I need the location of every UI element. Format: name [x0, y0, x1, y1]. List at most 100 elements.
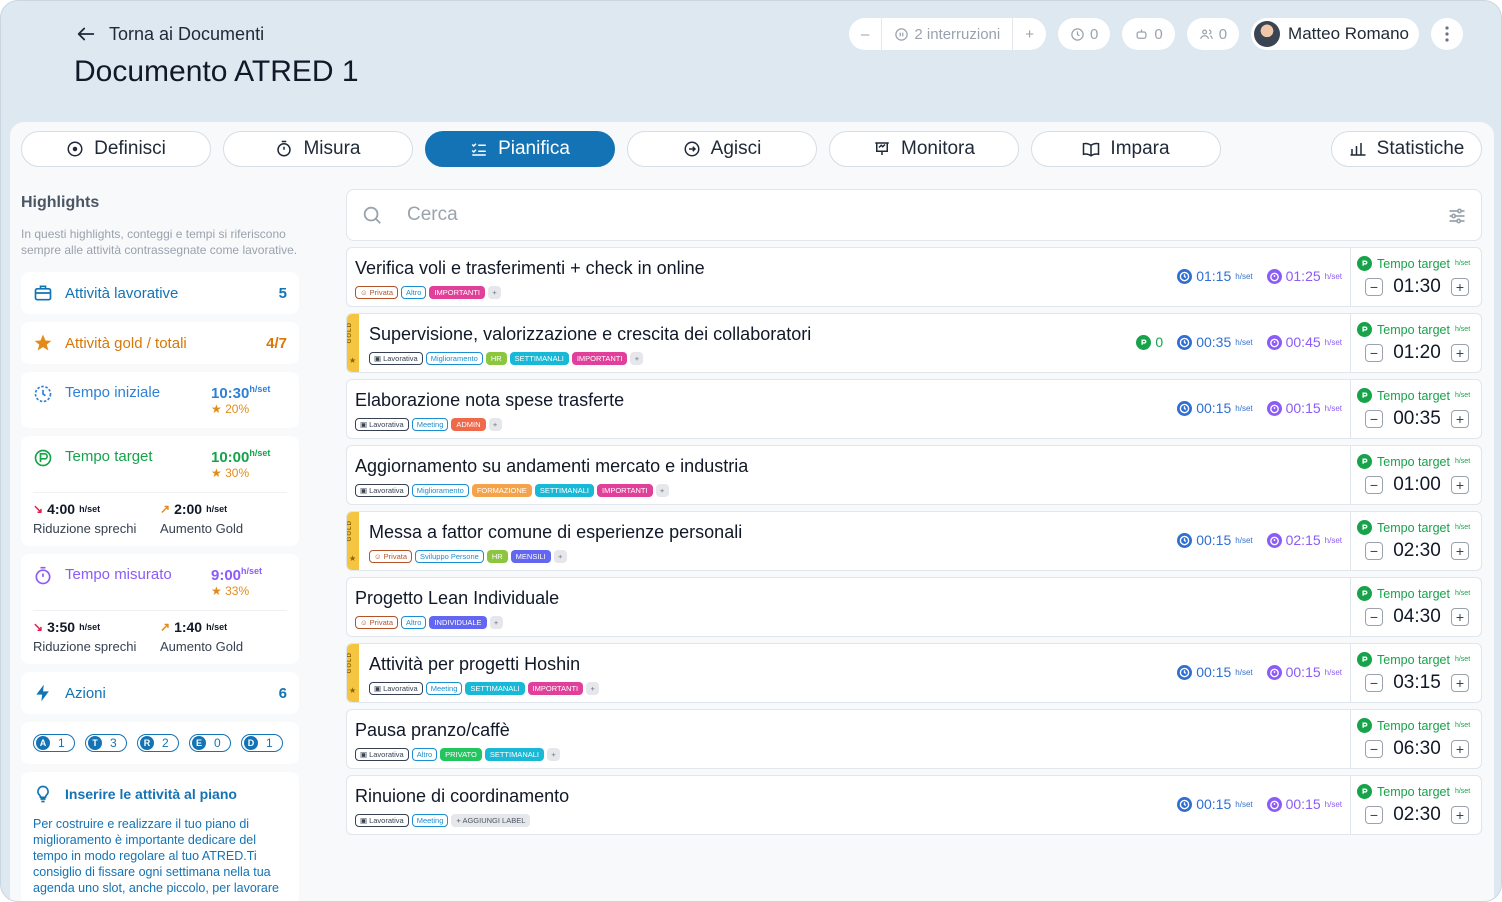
target-plus-button[interactable]: + [1451, 278, 1469, 296]
tab-monitora[interactable]: Monitora [829, 131, 1019, 167]
target-minus-button[interactable]: − [1365, 542, 1383, 560]
target-plus-button[interactable]: + [1451, 410, 1469, 428]
tag-chip[interactable]: Altro [401, 286, 427, 299]
action-badge-t[interactable]: T3 [85, 734, 127, 752]
target-plus-button[interactable]: + [1451, 674, 1469, 692]
tag-chip[interactable]: + [586, 682, 600, 695]
tag-chip[interactable]: ▣ Lavorativa [355, 748, 409, 761]
tag-chip[interactable]: SETTIMANALI [534, 484, 594, 497]
tag-chip[interactable]: SETTIMANALI [484, 748, 544, 761]
tab-agisci[interactable]: Agisci [627, 131, 817, 167]
back-link[interactable]: Torna ai Documenti [75, 23, 264, 45]
activity-row[interactable]: Aggiornamento su andamenti mercato e ind… [346, 445, 1482, 505]
target-plus-button[interactable]: + [1451, 740, 1469, 758]
filter-sliders-icon[interactable] [1447, 206, 1467, 226]
people-counter[interactable]: 0 [1186, 18, 1240, 50]
tag-chip[interactable]: IMPORTANTI [571, 352, 628, 365]
robot-counter[interactable]: 0 [1122, 18, 1175, 50]
tag-chip[interactable]: ☺ Privata [355, 616, 399, 629]
action-badge-d[interactable]: D1 [241, 734, 283, 752]
tag-chip[interactable]: + [553, 550, 567, 563]
tag-chip[interactable]: PRIVATO [440, 748, 482, 761]
tag-chip[interactable]: INDIVIDUALE [429, 616, 487, 629]
tag-chip[interactable]: ▣ Lavorativa [369, 682, 423, 695]
tag-chip[interactable]: + [489, 616, 503, 629]
target-minus-button[interactable]: − [1365, 278, 1383, 296]
tag-chip[interactable]: IMPORTANTI [429, 286, 485, 299]
tag-chip[interactable]: Meeting [425, 682, 463, 695]
target-minus-button[interactable]: − [1365, 344, 1383, 362]
tag-chip[interactable]: ▣ Lavorativa [355, 484, 409, 497]
tab-misura[interactable]: Misura [223, 131, 413, 167]
target-value[interactable]: 01:30 [1391, 276, 1443, 298]
interruptions-plus-button[interactable]: + [1013, 18, 1046, 50]
tag-chip[interactable]: Meeting [411, 814, 449, 827]
activity-row[interactable]: GOLD ★ Messa a fattor comune di esperienze… [346, 511, 1482, 571]
target-value[interactable]: 02:30 [1391, 804, 1443, 826]
target-minus-button[interactable]: − [1365, 674, 1383, 692]
tag-chip[interactable]: + [488, 418, 502, 431]
activity-row[interactable]: Rinuione di coordinamento ▣ Lavorativa Meet… [346, 775, 1482, 835]
tag-chip[interactable]: ☺ Privata [355, 286, 399, 299]
target-plus-button[interactable]: + [1451, 476, 1469, 494]
target-value[interactable]: 06:30 [1391, 738, 1443, 760]
target-value[interactable]: 01:00 [1391, 474, 1443, 496]
interruptions-minus-button[interactable]: – [849, 18, 881, 50]
tab-pianifica[interactable]: Pianifica [425, 131, 615, 167]
target-plus-button[interactable]: + [1451, 806, 1469, 824]
activity-row[interactable]: Progetto Lean Individuale ☺ Privata Altro IN… [346, 577, 1482, 637]
target-value[interactable]: 01:20 [1391, 342, 1443, 364]
target-minus-button[interactable]: − [1365, 740, 1383, 758]
target-minus-button[interactable]: − [1365, 608, 1383, 626]
tag-chip[interactable]: + AGGIUNGI LABEL [451, 814, 531, 827]
activity-row[interactable]: Verifica voli e trasferimenti + check in… [346, 247, 1482, 307]
tag-chip[interactable]: SETTIMANALI [509, 352, 569, 365]
target-value[interactable]: 03:15 [1391, 672, 1443, 694]
target-minus-button[interactable]: − [1365, 476, 1383, 494]
tag-chip[interactable]: HR [486, 550, 508, 563]
tag-chip[interactable]: + [488, 286, 501, 299]
tag-chip[interactable]: HR [485, 352, 507, 365]
target-value[interactable]: 02:30 [1391, 540, 1443, 562]
tag-chip[interactable]: Altro [411, 748, 438, 761]
tab-impara[interactable]: Impara [1031, 131, 1221, 167]
action-badge-e[interactable]: E0 [189, 734, 231, 752]
tag-chip[interactable]: IMPORTANTI [527, 682, 584, 695]
tag-chip[interactable]: ▣ Lavorativa [369, 352, 423, 365]
action-badge-r[interactable]: R2 [137, 734, 179, 752]
more-options-button[interactable] [1431, 18, 1463, 50]
action-badge-a[interactable]: A1 [33, 734, 75, 752]
target-value[interactable]: 04:30 [1391, 606, 1443, 628]
tag-chip[interactable]: Sviluppo Persone [415, 550, 484, 563]
activity-row[interactable]: GOLD ★ Attività per progetti Hoshin ▣ Lavora… [346, 643, 1482, 703]
tab-definisci[interactable]: Definisci [21, 131, 211, 167]
tag-chip[interactable]: Meeting [411, 418, 449, 431]
tag-chip[interactable]: + [655, 484, 669, 497]
target-plus-button[interactable]: + [1451, 608, 1469, 626]
target-plus-button[interactable]: + [1451, 344, 1469, 362]
tag-chip[interactable]: Miglioramento [411, 484, 469, 497]
search-input[interactable]: Cerca [407, 204, 458, 226]
tag-chip[interactable]: IMPORTANTI [597, 484, 653, 497]
tag-chip[interactable]: ▣ Lavorativa [355, 814, 409, 827]
tag-chip[interactable]: ☺ Privata [369, 550, 413, 563]
activity-row[interactable]: Elaborazione nota spese trasferte ▣ Lavora… [346, 379, 1482, 439]
tag-chip[interactable]: Altro [401, 616, 427, 629]
user-menu[interactable]: Matteo Romano [1251, 18, 1419, 50]
tag-chip[interactable]: ▣ Lavorativa [355, 418, 409, 431]
target-plus-button[interactable]: + [1451, 542, 1469, 560]
target-value[interactable]: 00:35 [1391, 408, 1443, 430]
target-minus-button[interactable]: − [1365, 806, 1383, 824]
tag-chip[interactable]: ADMIN [451, 418, 486, 431]
tag-chip[interactable]: + [630, 352, 644, 365]
tag-chip[interactable]: SETTIMANALI [465, 682, 525, 695]
tag-chip[interactable]: Miglioramento [425, 352, 483, 365]
tag-chip[interactable]: FORMAZIONE [471, 484, 532, 497]
target-minus-button[interactable]: − [1365, 410, 1383, 428]
tag-chip[interactable]: + [547, 748, 560, 761]
tag-chip[interactable]: MENSILI [510, 550, 551, 563]
activity-row[interactable]: Pausa pranzo/caffè ▣ Lavorativa Altro PRIVAT… [346, 709, 1482, 769]
clock-counter[interactable]: 0 [1058, 18, 1111, 50]
tab-statistiche[interactable]: Statistiche [1331, 131, 1482, 167]
activity-row[interactable]: GOLD ★ Supervisione, valorizzazione e cres… [346, 313, 1482, 373]
